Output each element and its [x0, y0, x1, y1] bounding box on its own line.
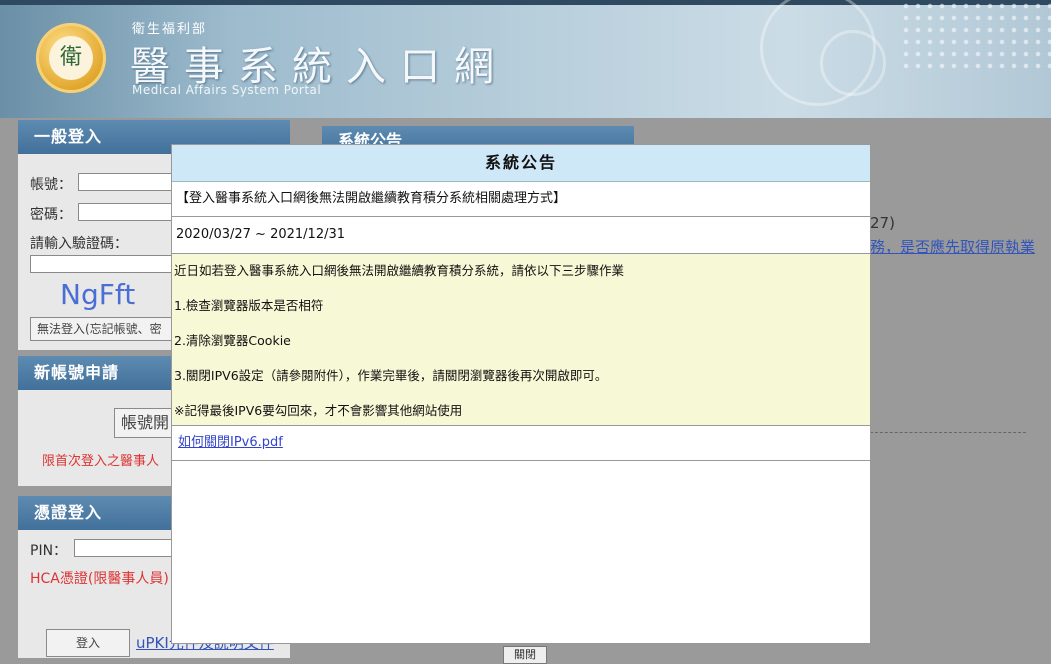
logo-emblem: 衛: [49, 36, 93, 80]
modal-body-line: 近日如若登入醫事系統入口網後無法開啟繼續教育積分系統，請依以下三步驟作業: [174, 263, 625, 278]
modal-title: 系統公告: [172, 145, 870, 182]
captcha-image: NgFft: [60, 278, 136, 311]
password-label: 密碼：: [30, 207, 72, 223]
hca-note: HCA憑證(限醫事人員): [30, 571, 169, 587]
header-dot-pattern: [900, 0, 1051, 70]
site-subtitle: Medical Affairs System Portal: [132, 83, 322, 97]
ministry-logo[interactable]: 衛: [36, 23, 106, 93]
bg-close-button[interactable]: 關閉: [503, 646, 547, 664]
modal-body-line: 1.檢查瀏覽器版本是否相符: [174, 298, 324, 313]
cert-login-button[interactable]: 登入: [46, 629, 130, 657]
modal-attachment-row: 如何關閉IPv6.pdf: [172, 426, 870, 461]
bg-announcement-date: 27): [870, 214, 895, 232]
bg-announcement-link[interactable]: 務，是否應先取得原執業: [870, 236, 1035, 257]
modal-subject: 【登入醫事系統入口網後無法開啟繼續教育積分系統相關處理方式】: [172, 182, 870, 217]
stethoscope-decoration: [820, 30, 886, 96]
modal-body-line: 2.清除瀏覽器Cookie: [174, 333, 291, 348]
pin-label: PIN：: [30, 543, 68, 559]
modal-body: 近日如若登入醫事系統入口網後無法開啟繼續教育積分系統，請依以下三步驟作業 1.檢…: [172, 254, 870, 426]
announcement-modal: 系統公告 【登入醫事系統入口網後無法開啟繼續教育積分系統相關處理方式】 2020…: [171, 144, 871, 644]
modal-body-line: 3.關閉IPV6設定（請參閱附件），作業完畢後，請關閉瀏覽器後再次開啟即可。: [174, 368, 608, 383]
site-header: 衛 衛生福利部 醫事系統入口網 Medical Affairs System P…: [0, 0, 1051, 118]
new-account-note: 限首次登入之醫事人: [42, 454, 160, 469]
attachment-link[interactable]: 如何關閉IPv6.pdf: [178, 435, 283, 450]
modal-period: 2020/03/27 ~ 2021/12/31: [172, 217, 870, 254]
bg-divider: [870, 432, 1026, 433]
account-label: 帳號：: [30, 177, 72, 193]
header-top-band: [0, 0, 1051, 5]
captcha-label: 請輸入驗證碼：: [30, 236, 128, 252]
